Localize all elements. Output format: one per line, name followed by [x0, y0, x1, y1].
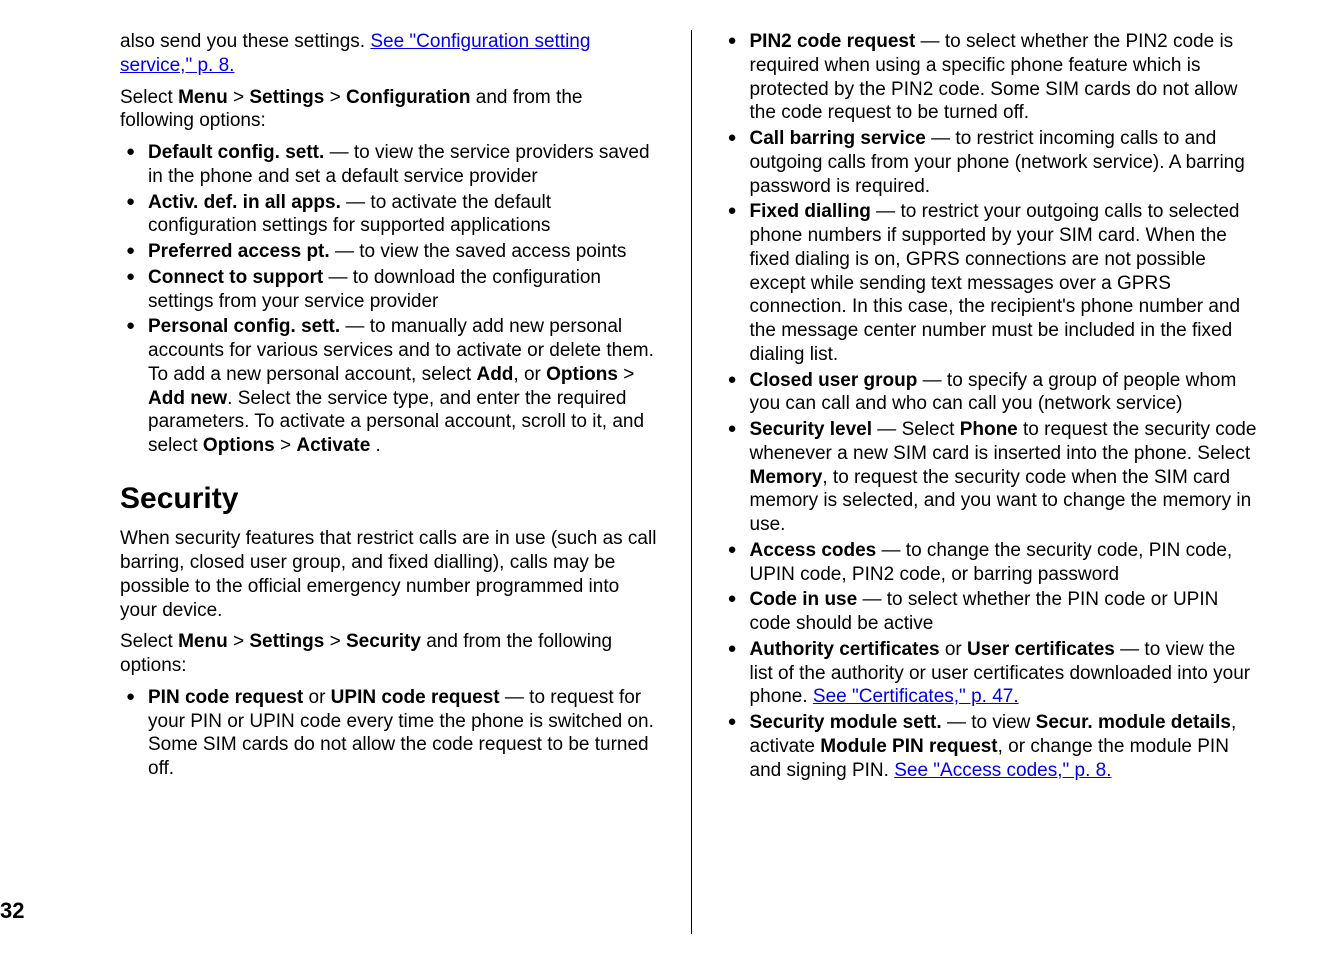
list-item: Security level — Select Phone to request… — [722, 418, 1263, 537]
settings-label: Settings — [249, 87, 324, 108]
page: 32 also send you these settings. See "Co… — [40, 30, 1282, 934]
list-item: Security module sett. — to view Secur. m… — [722, 711, 1263, 782]
certificates-link[interactable]: See "Certificates," p. 47. — [813, 686, 1019, 707]
intro-text: also send you these settings. — [120, 31, 370, 52]
list-item: Default config. sett. — to view the serv… — [120, 141, 661, 189]
intro-paragraph: also send you these settings. See "Confi… — [120, 30, 661, 78]
list-item: Personal config. sett. — to manually add… — [120, 315, 661, 458]
page-number: 32 — [0, 897, 24, 925]
security-heading: Security — [120, 480, 661, 518]
select-path: Select Menu > Settings > Configuration a… — [120, 86, 661, 134]
menu-label: Menu — [178, 87, 228, 108]
list-item: Call barring service — to restrict incom… — [722, 127, 1263, 198]
list-item: Code in use — to select whether the PIN … — [722, 588, 1263, 636]
list-item: Access codes — to change the security co… — [722, 539, 1263, 587]
security-intro: When security features that restrict cal… — [120, 527, 661, 622]
security-select-path: Select Menu > Settings > Security and fr… — [120, 630, 661, 678]
list-item: Activ. def. in all apps. — to activate t… — [120, 191, 661, 239]
security-options-list-left: PIN code request or UPIN code request — … — [120, 686, 661, 781]
access-codes-link[interactable]: See "Access codes," p. 8. — [894, 760, 1111, 781]
list-item: Closed user group — to specify a group o… — [722, 369, 1263, 417]
list-item: PIN code request or UPIN code request — … — [120, 686, 661, 781]
configuration-label: Configuration — [346, 87, 471, 108]
list-item: Connect to support — to download the con… — [120, 266, 661, 314]
list-item: Preferred access pt. — to view the saved… — [120, 240, 661, 264]
list-item: Fixed dialling — to restrict your outgoi… — [722, 200, 1263, 366]
right-column: PIN2 code request — to select whether th… — [691, 30, 1283, 934]
list-item: PIN2 code request — to select whether th… — [722, 30, 1263, 125]
security-options-list-right: PIN2 code request — to select whether th… — [722, 30, 1263, 782]
list-item: Authority certificates or User certifica… — [722, 638, 1263, 709]
config-options-list: Default config. sett. — to view the serv… — [120, 141, 661, 458]
left-column: also send you these settings. See "Confi… — [40, 30, 691, 934]
